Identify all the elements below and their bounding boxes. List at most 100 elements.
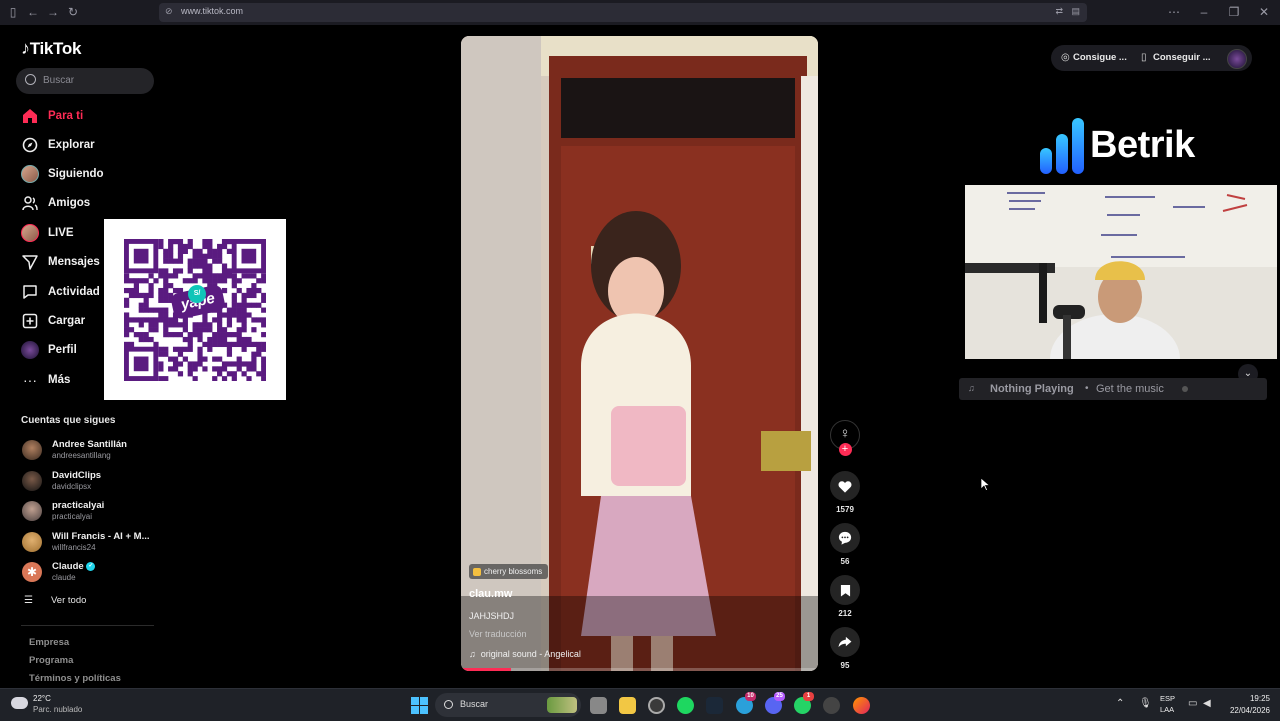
video-player[interactable]: cherry blossoms clau.mw JAHJSHDJ Ver tra… (461, 36, 818, 671)
network-icon[interactable]: ▭ (1188, 698, 1197, 709)
site-info-icon[interactable]: ⊘ (165, 6, 173, 17)
translate-link[interactable]: Ver traducción (469, 629, 527, 639)
effect-label: cherry blossoms (484, 567, 543, 576)
qr-module (226, 341, 233, 348)
address-bar[interactable]: ⊘ www.tiktok.com ⇄ ▤ (159, 3, 1087, 22)
qr-module (212, 341, 218, 348)
minimize-icon[interactable]: – (1196, 4, 1212, 20)
save-button[interactable]: 212 (830, 575, 860, 618)
account-claude[interactable]: ✱ Claude ✓ claude (22, 559, 162, 585)
sound-link[interactable]: ♫ original sound - Angelical (469, 649, 581, 659)
footer-link-empresa[interactable]: Empresa (29, 637, 69, 648)
reader-icon[interactable]: ▤ (1071, 6, 1080, 17)
qr-module (172, 258, 179, 264)
translate-icon[interactable]: ⇄ (1055, 6, 1063, 17)
qr-module (148, 327, 154, 333)
footer-link-terminos[interactable]: Términos y políticas (29, 673, 121, 684)
player-status: Nothing Playing (990, 383, 1074, 395)
obs-icon[interactable] (648, 697, 665, 714)
qr-module (207, 273, 213, 279)
qr-module (202, 327, 208, 333)
qr-module (163, 351, 169, 357)
qr-module (172, 239, 179, 245)
back-icon[interactable]: ← (25, 4, 41, 20)
menu-icon[interactable]: ⋯ (1166, 4, 1182, 20)
file-explorer-icon[interactable] (619, 697, 636, 714)
qr-module (177, 332, 184, 338)
music-player-widget[interactable]: ♫ Nothing Playing • Get the music (959, 378, 1267, 400)
video-progress-track[interactable] (461, 668, 818, 671)
qr-module (207, 268, 213, 274)
creator-avatar-button[interactable]: ♀ + (830, 420, 860, 456)
qr-module (231, 376, 237, 381)
friends-icon (19, 192, 41, 214)
qr-module (212, 317, 218, 323)
qr-module (163, 297, 169, 303)
firefox-icon[interactable] (853, 697, 870, 714)
account-andree[interactable]: Andree Santillán andreesantillang (22, 437, 162, 463)
nav-explorar[interactable]: Explorar (19, 134, 95, 156)
task-view-icon[interactable] (590, 697, 607, 714)
language-indicator[interactable]: ESP LAA (1159, 694, 1181, 716)
get-app-button[interactable]: ▯ Conseguir ... (1139, 45, 1219, 71)
weather-widget[interactable]: 22°C Parc. nublado (10, 693, 110, 717)
microphone-icon[interactable]: 🎙︎ (1139, 698, 1152, 709)
nav-mas[interactable]: ··· Más (19, 369, 70, 391)
qr-module (187, 243, 193, 250)
chatgpt-icon[interactable] (823, 697, 840, 714)
qr-module (226, 371, 233, 377)
like-button[interactable]: 1579 (830, 471, 860, 514)
footer-link-programa[interactable]: Programa (29, 655, 73, 666)
get-coins-label: Consigue ... (1073, 52, 1127, 63)
effect-icon (473, 567, 481, 576)
nav-cargar[interactable]: Cargar (19, 310, 85, 332)
nav-para-ti[interactable]: Para ti (19, 105, 83, 127)
taskbar-search[interactable]: Buscar (435, 693, 581, 717)
close-icon[interactable]: ✕ (1256, 4, 1272, 20)
qr-module (168, 273, 174, 279)
qr-module (261, 273, 266, 279)
user-avatar[interactable] (1227, 49, 1247, 69)
sidebar-toggle-icon[interactable]: ▯ (5, 4, 21, 20)
qr-module (231, 278, 237, 284)
webcam-overlay (965, 185, 1277, 359)
maximize-icon[interactable]: ❐ (1226, 4, 1242, 20)
nav-siguiendo[interactable]: Siguiendo (19, 163, 104, 185)
steam-icon[interactable] (706, 697, 723, 714)
nav-amigos[interactable]: Amigos (19, 192, 90, 214)
nav-live[interactable]: LIVE (19, 222, 74, 244)
qr-module (163, 312, 169, 318)
qr-module (212, 248, 218, 254)
qr-module (251, 366, 257, 372)
weather-temp: 22°C (33, 694, 51, 703)
tray-chevron-icon[interactable]: ⌃ (1116, 698, 1124, 709)
search-input[interactable]: Buscar (16, 68, 154, 94)
see-all-button[interactable]: ☰ Ver todo (24, 595, 86, 606)
account-davidclips[interactable]: DavidClips davidclipsx (22, 468, 162, 494)
qr-module (172, 322, 179, 328)
follow-plus-icon[interactable]: + (838, 443, 852, 456)
nav-perfil[interactable]: Perfil (19, 339, 77, 361)
account-practicalyai[interactable]: practicalyai practicalyai (22, 498, 162, 524)
qr-module (207, 239, 213, 245)
reload-icon[interactable]: ↻ (65, 4, 81, 20)
qr-module (251, 361, 257, 367)
webcam-frame (965, 185, 1277, 359)
nav-label: Para ti (48, 110, 84, 122)
tiktok-logo[interactable]: ♪TikTok (21, 38, 81, 59)
comment-button[interactable]: 56 (830, 523, 860, 566)
video-author[interactable]: clau.mw (469, 588, 512, 600)
qr-module (251, 341, 257, 348)
share-button[interactable]: 95 (830, 627, 860, 670)
account-willfrancis[interactable]: Will Francis - AI + M... willfrancis24 (22, 529, 162, 555)
get-coins-button[interactable]: ◎ Consigue ... (1059, 45, 1133, 71)
start-button[interactable] (411, 697, 428, 714)
nav-actividad[interactable]: Actividad (19, 281, 100, 303)
clock[interactable]: 19:25 22/04/2026 (1222, 694, 1270, 716)
nav-mensajes[interactable]: Mensajes (19, 251, 100, 273)
volume-icon[interactable]: ◀︎ (1203, 698, 1211, 709)
forward-icon[interactable]: → (45, 4, 61, 20)
nav-label: Amigos (48, 197, 91, 209)
spotify-icon[interactable] (677, 697, 694, 714)
effect-tag[interactable]: cherry blossoms (469, 564, 549, 579)
